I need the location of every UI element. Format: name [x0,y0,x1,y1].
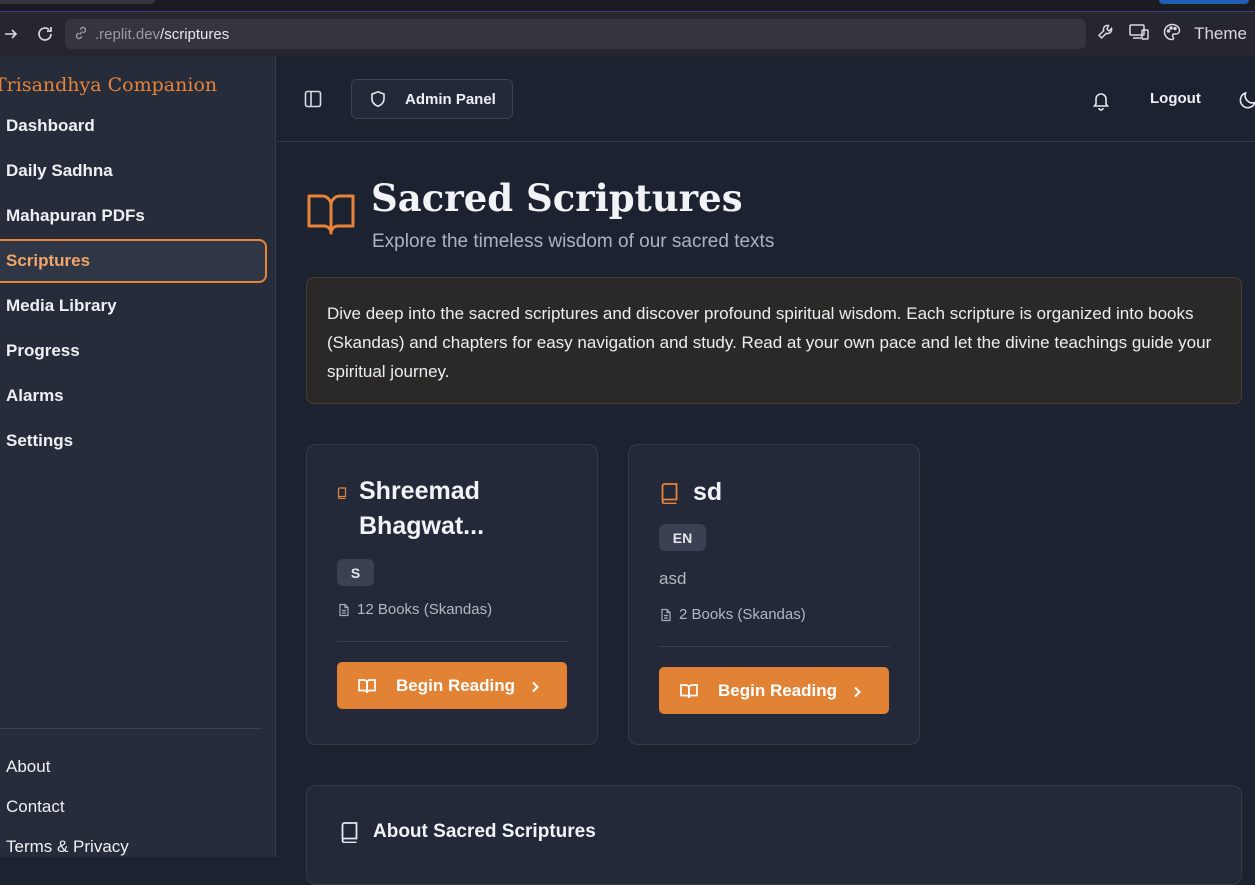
scripture-title[interactable]: sd [693,475,722,510]
begin-reading-button[interactable]: Begin Reading [337,662,567,709]
bell-icon[interactable] [1090,89,1112,111]
browser-tab-strip [0,0,1255,12]
admin-panel-button[interactable]: Admin Panel [351,79,513,119]
sidebar-item-progress[interactable]: Progress [0,329,267,373]
sidebar-divider [0,728,262,729]
page-title: Sacred Scriptures [371,176,743,220]
file-text-icon [659,608,673,622]
about-scriptures-card: About Sacred Scriptures [306,785,1242,885]
wrench-icon[interactable] [1096,22,1116,47]
app-brand[interactable]: Trisandhya Companion [0,74,217,96]
card-title-row: Shreemad Bhagwat... [337,474,559,544]
browser-tab[interactable] [0,0,155,4]
card-title-row: sd [659,475,722,510]
language-badge: S [337,559,374,586]
shield-icon [369,90,387,108]
about-title: About Sacred Scriptures [373,821,596,842]
books-count: 2 Books (Skandas) [659,606,806,623]
book-open-icon [357,676,377,696]
logout-button[interactable]: Logout [1150,90,1201,107]
browser-action-button[interactable] [1159,0,1249,4]
begin-reading-label: Begin Reading [396,675,516,695]
url-bar[interactable]: .replit.dev/scriptures [65,19,1086,49]
sidebar-item-settings[interactable]: Settings [0,419,267,463]
book-icon [339,821,361,844]
footer-link-about[interactable]: About [6,757,50,777]
scripture-description: asd [659,569,687,588]
file-text-icon [337,603,351,617]
forward-icon[interactable] [0,21,24,47]
toolbar-right: Theme [1096,20,1247,48]
scripture-card[interactable]: sd EN asd 2 Books (Skandas) Begin Readin… [628,444,920,745]
sidebar-toggle-icon[interactable] [303,89,323,109]
scripture-title[interactable]: Shreemad Bhagwat... [359,474,559,544]
footer-link-terms[interactable]: Terms & Privacy [6,837,129,857]
card-divider [659,646,890,647]
sidebar-item-dashboard[interactable]: Dashboard [0,104,267,148]
sidebar-item-daily-sadhna[interactable]: Daily Sadhna [0,149,267,193]
sidebar-item-media-library[interactable]: Media Library [0,284,267,328]
link-icon [73,25,91,43]
books-count: 12 Books (Skandas) [337,601,492,618]
book-icon [337,486,349,504]
main-content: Admin Panel Logout Sacred Scriptures Exp… [277,56,1255,885]
language-badge: EN [659,524,706,551]
app-header: Admin Panel Logout [277,56,1255,142]
card-divider [337,641,568,642]
url-host: .replit.dev [95,25,161,43]
page-subtitle: Explore the timeless wisdom of our sacre… [372,231,775,252]
devices-icon[interactable] [1128,22,1150,47]
chevron-right-icon [528,679,542,693]
browser-toolbar: .replit.dev/scriptures Theme [0,12,1255,56]
theme-label[interactable]: Theme [1194,24,1247,44]
sidebar-item-scriptures[interactable]: Scriptures [0,239,267,283]
palette-icon[interactable] [1162,22,1182,47]
sidebar: Trisandhya Companion Dashboard Daily Sad… [0,56,276,857]
sidebar-item-alarms[interactable]: Alarms [0,374,267,418]
begin-reading-button[interactable]: Begin Reading [659,667,889,714]
intro-banner: Dive deep into the sacred scriptures and… [306,277,1242,404]
book-open-icon [306,191,356,237]
book-open-icon [679,681,699,701]
scripture-card[interactable]: Shreemad Bhagwat... S 12 Books (Skandas)… [306,444,598,745]
url-path: /scriptures [160,25,230,43]
admin-panel-label: Admin Panel [405,90,496,108]
books-count-label: 12 Books (Skandas) [357,601,493,618]
about-title-row: About Sacred Scriptures [339,821,596,844]
sidebar-item-mahapuran-pdfs[interactable]: Mahapuran PDFs [0,194,267,238]
moon-icon[interactable] [1237,89,1255,111]
books-count-label: 2 Books (Skandas) [679,606,806,623]
reload-icon[interactable] [32,21,58,47]
book-icon [659,482,681,509]
begin-reading-label: Begin Reading [718,680,838,700]
chevron-right-icon [850,684,864,698]
footer-link-contact[interactable]: Contact [6,797,65,817]
